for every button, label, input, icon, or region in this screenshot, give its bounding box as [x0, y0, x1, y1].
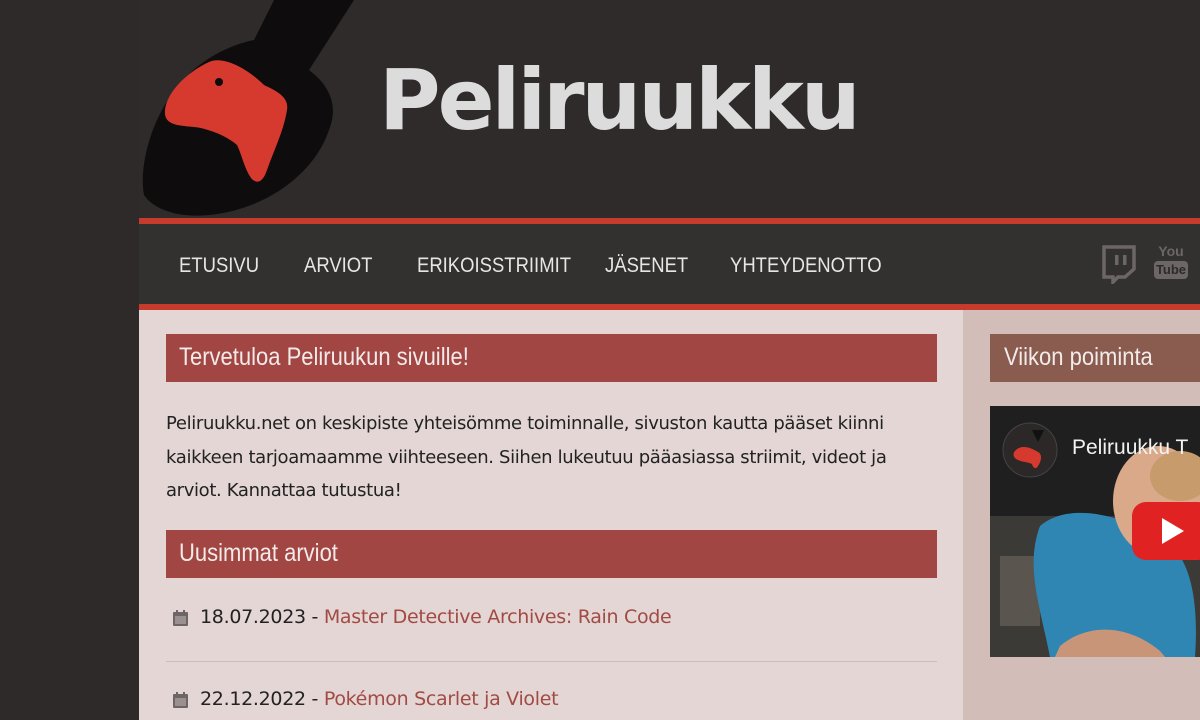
sidebar-heading: Viikon poiminta [1004, 343, 1153, 371]
nav-item-erikoisstriimit[interactable]: ERIKOISSTRIIMIT [417, 254, 571, 278]
sidebar: Viikon poiminta Peliruukku T [963, 310, 1200, 720]
site-title[interactable]: Peliruukku [379, 58, 861, 142]
play-icon[interactable] [1132, 502, 1200, 560]
welcome-heading-bar: Tervetuloa Peliruukun sivuille! [166, 334, 937, 382]
welcome-heading: Tervetuloa Peliruukun sivuille! [179, 343, 469, 371]
nav-item-jasenet[interactable]: JÄSENET [605, 254, 688, 278]
main-content: Tervetuloa Peliruukun sivuille! Peliruuk… [139, 310, 963, 720]
page: Peliruukku ETUSIVU ARVIOT ERIKOISSTRIIMI… [0, 0, 1200, 720]
intro-text: Peliruukku.net on keskipiste yhteisömme … [166, 413, 887, 501]
youtube-icon-text-top: You [1158, 243, 1184, 259]
calendar-icon [173, 692, 188, 708]
review-link[interactable]: Pokémon Scarlet ja Violet [324, 688, 559, 710]
site-header: Peliruukku [139, 0, 1200, 218]
youtube-icon[interactable]: You Tube [1154, 244, 1188, 284]
nav-item-etusivu[interactable]: ETUSIVU [179, 254, 259, 278]
twitch-icon[interactable] [1101, 244, 1137, 284]
review-item: 22.12.2022 - Pokémon Scarlet ja Violet [166, 682, 937, 720]
channel-avatar-icon[interactable] [1002, 422, 1058, 478]
review-separator: - [305, 688, 324, 710]
review-link[interactable]: Master Detective Archives: Rain Code [324, 606, 672, 628]
nav-item-yhteydenotto[interactable]: YHTEYDENOTTO [730, 254, 882, 278]
video-embed[interactable]: Peliruukku T [990, 406, 1200, 657]
review-item: 18.07.2023 - Master Detective Archives: … [166, 600, 937, 640]
sidebar-heading-bar: Viikon poiminta [990, 334, 1200, 382]
reviews-heading-bar: Uusimmat arviot [166, 530, 937, 578]
review-separator: - [305, 606, 324, 628]
peliruukku-logo-icon[interactable] [139, 0, 379, 218]
main-navigation: ETUSIVU ARVIOT ERIKOISSTRIIMIT JÄSENET Y… [139, 224, 1200, 304]
review-date: 18.07.2023 [200, 606, 306, 628]
reviews-heading: Uusimmat arviot [179, 539, 338, 567]
nav-item-arviot[interactable]: ARVIOT [304, 254, 372, 278]
youtube-icon-text-bottom: Tube [1154, 261, 1188, 279]
calendar-icon [173, 610, 188, 626]
review-divider [166, 661, 937, 662]
review-date: 22.12.2022 [200, 688, 306, 710]
video-title: Peliruukku T [1072, 436, 1189, 459]
